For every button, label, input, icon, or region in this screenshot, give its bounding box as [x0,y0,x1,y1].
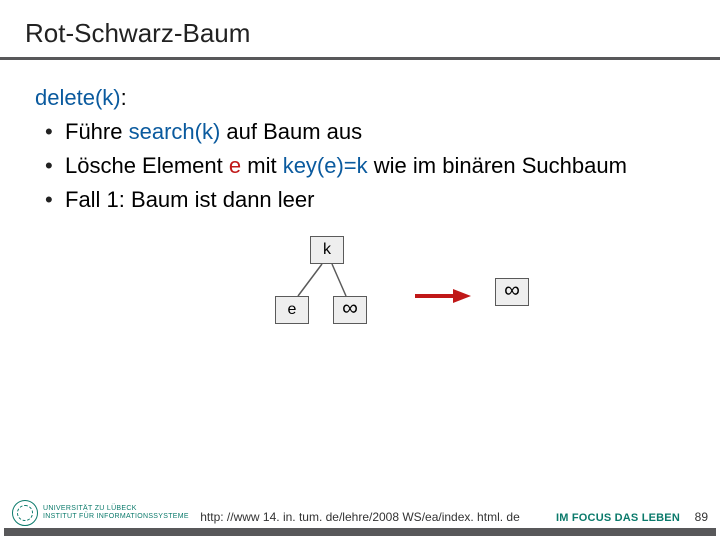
tree-diagram: k e ∞ ∞ [35,216,690,366]
key-expr: key(e)=k [283,153,368,178]
delete-func: delete(k) [35,85,121,110]
tree-edges [35,216,690,366]
node-infinity-left: ∞ [333,296,367,324]
arrow-icon [413,286,473,306]
slide-header: Rot-Schwarz-Baum [0,0,720,57]
tagline-post: DAS LEBEN [611,512,680,524]
node-k: k [310,236,344,264]
source-url: http: //www 14. in. tum. de/lehre/2008 W… [200,510,520,524]
node-e: e [275,296,309,324]
tagline-pre: IM [556,512,572,524]
bullet-list: Führe search(k) auf Baum aus Lösche Elem… [35,116,690,216]
b1-post: auf Baum aus [220,119,362,144]
bullet-3: Fall 1: Baum ist dann leer [35,184,690,216]
university-seal-icon [12,500,38,526]
bullet-1: Führe search(k) auf Baum aus [35,116,690,148]
node-infinity-result: ∞ [495,278,529,306]
uni-line2: INSTITUT FÜR INFORMATIONSSYSTEME [43,513,189,521]
page-number: 89 [695,510,708,524]
b2-post: wie im binären Suchbaum [368,153,627,178]
uni-line1: UNIVERSITÄT ZU LÜBECK [43,505,189,513]
university-logo: UNIVERSITÄT ZU LÜBECK INSTITUT FÜR INFOR… [12,500,189,526]
element-e: e [229,153,241,178]
search-func: search(k) [129,119,221,144]
slide-title: Rot-Schwarz-Baum [25,18,695,49]
b2-mid: mit [241,153,283,178]
b1-pre: Führe [65,119,129,144]
content-body: delete(k): Führe search(k) auf Baum aus … [0,60,720,376]
delete-line: delete(k): [35,82,690,114]
b2-pre: Lösche Element [65,153,229,178]
footer-bar [4,528,716,536]
footer-tagline: IM FOCUS DAS LEBEN [556,512,680,524]
university-name: UNIVERSITÄT ZU LÜBECK INSTITUT FÜR INFOR… [43,505,189,520]
slide-footer: UNIVERSITÄT ZU LÜBECK INSTITUT FÜR INFOR… [0,498,720,540]
tagline-focus: FOCUS [572,512,612,524]
colon: : [121,85,127,110]
bullet-2: Lösche Element e mit key(e)=k wie im bin… [35,150,690,182]
